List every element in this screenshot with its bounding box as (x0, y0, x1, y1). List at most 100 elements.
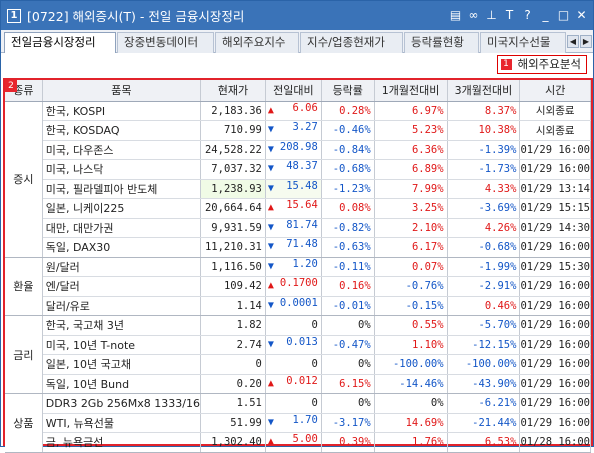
table-row[interactable]: 일본, 10년 국고채 0 0 0% -100.00% -100.00% 01/29 16:… (5, 354, 591, 375)
change-cell: ▲ 15.64 (265, 198, 322, 219)
table-row[interactable]: 금, 뉴욕금선 1,302.40 ▲ 5.00 0.39% 1.76% 6.53% 01/28… (5, 432, 591, 453)
window-number-badge: 1 (7, 8, 21, 23)
link-icon[interactable]: ∞ (466, 7, 481, 23)
change-cell: ▼ 71.48 (265, 237, 322, 258)
table-row[interactable]: 미국, 10년 T-note 2.74 ▼ 0.013 -0.47% 1.10% -12.1… (5, 335, 591, 355)
table-row[interactable]: 미국, 나스닥 7,037.32 ▼ 48.37 -0.68% 6.89% -1.73% 01… (5, 159, 591, 180)
month1-change-cell: 7.99% (374, 179, 448, 199)
change-cell: ▲ 0.012 (265, 374, 322, 394)
change-cell: ▼ 3.27 (265, 120, 322, 141)
change-value: 0.013 (286, 335, 318, 348)
month1-change-cell: -100.00% (374, 354, 448, 375)
month3-change-cell: -1.39% (447, 140, 521, 160)
price-cell: 24,528.22 (200, 140, 266, 160)
table-row[interactable]: 미국, 다우존스 24,528.22 ▼ 208.98 -0.84% 6.36% -1.39… (5, 140, 591, 160)
time-cell: 01/29 16:00 (519, 393, 591, 414)
month3-change-cell: 6.53% (447, 432, 521, 453)
down-arrow-icon: ▼ (267, 338, 274, 350)
table-row[interactable]: 금리 한국, 국고채 3년 1.82 0 0% 0.55% -5.70% 01/29 16:0… (5, 315, 591, 394)
change-value: 0.0001 (279, 296, 318, 309)
change-cell: 0 (265, 393, 322, 414)
table-row[interactable]: 미국, 필라델피아 반도체 1,238.93 ▼ 15.48 -1.23% 7.99% 4.… (5, 179, 591, 199)
tab-6[interactable]: 미국지수선물 (480, 32, 566, 53)
tab-scroll-right-button[interactable]: ▶ (580, 35, 592, 48)
column-header[interactable]: 현재가 (200, 80, 266, 102)
month3-change-cell: 4.26% (447, 218, 521, 238)
tab-2[interactable]: 장중변동데이터 (117, 32, 214, 53)
item-name-cell: 일본, 10년 국고채 (42, 354, 202, 375)
column-header[interactable]: 시간 (519, 80, 591, 102)
time-cell: 01/29 15:30 (519, 257, 591, 277)
tab-4[interactable]: 지수/업종현재가 (300, 32, 403, 53)
month1-change-cell: 1.76% (374, 432, 448, 453)
price-cell: 1,116.50 (200, 257, 266, 277)
text-size-icon[interactable]: T (502, 7, 517, 23)
rate-cell: 6.15% (321, 374, 375, 394)
column-header[interactable]: 전일대비 (265, 80, 322, 102)
price-cell: 20,664.64 (200, 198, 266, 219)
window-list-icon[interactable]: ▤ (448, 7, 463, 23)
change-cell: ▼ 48.37 (265, 159, 322, 180)
table-row[interactable]: 증시 한국, KOSPI 2,183.36 ▲ 6.06 0.28% 6.97% 8.37% 시… (5, 101, 591, 258)
item-name-cell: 미국, 10년 T-note (42, 335, 202, 355)
change-value: 5.00 (292, 433, 318, 446)
annotation-badge-1: 1 (500, 59, 512, 70)
up-arrow-icon: ▲ (267, 104, 274, 116)
title-bar[interactable]: 1 [0722] 해외증시(T) - 전일 금융시장정리 ▤ ∞ ⊥ T? _ □ ✕ (1, 1, 593, 30)
rate-cell: 0.28% (321, 101, 375, 121)
help-icon[interactable]: ? (520, 7, 535, 23)
tab-5[interactable]: 등락률현황 (404, 32, 479, 53)
rate-cell: -0.84% (321, 140, 375, 160)
table-row[interactable]: 달러/유로 1.14 ▼ 0.0001 -0.01% -0.15% 0.46% 01/29 1… (5, 296, 591, 316)
close-icon[interactable]: ✕ (574, 7, 589, 23)
up-arrow-icon: ▲ (267, 377, 274, 389)
price-cell: 0 (200, 354, 266, 375)
month3-change-cell: 0.46% (447, 296, 521, 316)
table-row[interactable]: 엔/달러 109.42 ▲ 0.1700 0.16% -0.76% -2.91% 01/29 … (5, 276, 591, 297)
item-name-cell: 대만, 대만가권 (42, 218, 202, 238)
price-cell: 710.99 (200, 120, 266, 141)
overseas-analysis-button[interactable]: 1 해외주요분석 (496, 55, 587, 74)
table-row[interactable]: 독일, DAX30 11,210.31 ▼ 71.48 -0.63% 6.17% -0.68… (5, 237, 591, 258)
price-cell: 2,183.36 (200, 101, 266, 121)
column-header[interactable]: 등락률 (321, 80, 375, 102)
price-cell: 0.20 (200, 374, 266, 394)
time-cell: 01/29 16:00 (519, 354, 591, 375)
minimize-icon[interactable]: _ (538, 7, 553, 23)
time-cell: 01/29 16:00 (519, 413, 591, 433)
pin-icon[interactable]: ⊥ (484, 7, 499, 23)
change-cell: ▲ 5.00 (265, 432, 322, 453)
change-value: 48.37 (286, 160, 318, 173)
table-row[interactable]: 독일, 10년 Bund 0.20 ▲ 0.012 6.15% -14.46% -43.90… (5, 374, 591, 394)
table-row[interactable]: 한국, KOSDAQ 710.99 ▼ 3.27 -0.46% 5.23% 10.38% 시외… (5, 120, 591, 141)
column-header[interactable]: 품목 (42, 80, 202, 102)
month3-change-cell: -0.68% (447, 237, 521, 258)
rate-cell: 0.16% (321, 276, 375, 297)
change-cell: ▼ 0.013 (265, 335, 322, 355)
tab-3[interactable]: 해외주요지수 (215, 32, 299, 53)
price-cell: 1,238.93 (200, 179, 266, 199)
month1-change-cell: 0.55% (374, 315, 448, 336)
change-value: 208.98 (279, 140, 318, 153)
table-row[interactable]: 상품 DDR3 2Gb 256Mx8 1333/16 1.51 0 0% 0% -6.21%… (5, 393, 591, 453)
time-cell: 01/29 13:14 (519, 179, 591, 199)
table-row[interactable]: 환율 원/달러 1,116.50 ▼ 1.20 -0.11% 0.07% -1.99% 01/2… (5, 257, 591, 316)
price-cell: 2.74 (200, 335, 266, 355)
table-row[interactable]: WTI, 뉴욕선물 51.99 ▼ 1.70 -3.17% 14.69% -21.44% 01… (5, 413, 591, 433)
table-row[interactable]: 일본, 니케이225 20,664.64 ▲ 15.64 0.08% 3.25% -3.69… (5, 198, 591, 219)
table-row[interactable]: 대만, 대만가권 9,931.59 ▼ 81.74 -0.82% 2.10% 4.26% 01… (5, 218, 591, 238)
column-header[interactable]: 1개월전대비 (374, 80, 448, 102)
tab-scroll-left-button[interactable]: ◀ (567, 35, 579, 48)
maximize-icon[interactable]: □ (556, 7, 571, 23)
tab-1[interactable]: 전일금융시장정리 (4, 32, 116, 54)
change-value: 6.06 (292, 101, 318, 114)
time-cell: 01/29 14:30 (519, 218, 591, 238)
category-cell: 금리 (5, 315, 43, 394)
change-cell: 0 (265, 315, 322, 336)
rate-cell: -0.63% (321, 237, 375, 258)
category-cell: 환율 (5, 257, 43, 316)
column-header[interactable]: 3개월전대비 (447, 80, 521, 102)
month3-change-cell: 4.33% (447, 179, 521, 199)
price-cell: 1.14 (200, 296, 266, 316)
item-name-cell: 금, 뉴욕금선 (42, 432, 202, 453)
